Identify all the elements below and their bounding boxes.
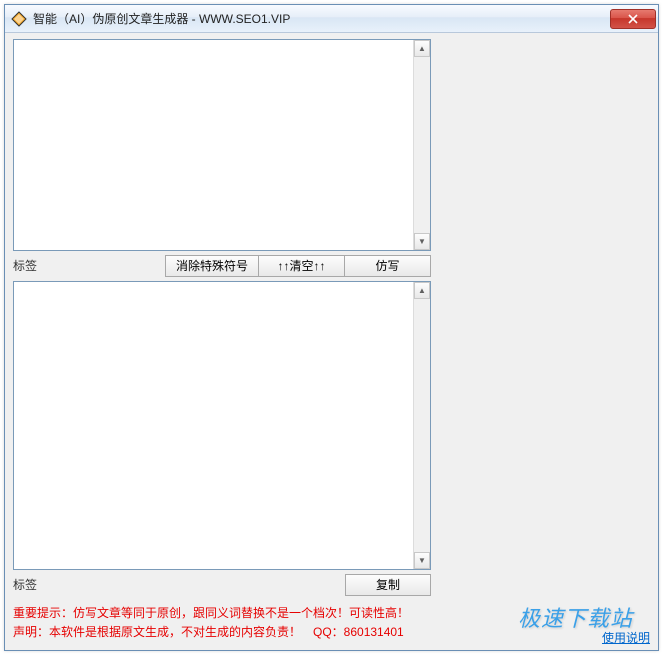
app-window: 智能（AI）伪原创文章生成器 - WWW.SEO1.VIP ▲ ▼ 标签 消除特… — [4, 4, 659, 651]
clear-button[interactable]: ↑↑清空↑↑ — [259, 255, 345, 277]
input-textarea[interactable] — [14, 40, 413, 250]
scroll-down-icon[interactable]: ▼ — [414, 552, 430, 569]
input-textarea-wrap: ▲ ▼ — [13, 39, 431, 251]
output-textarea-wrap: ▲ ▼ — [13, 281, 431, 570]
note-line-1: 重要提示：仿写文章等同于原创，跟同义词替换不是一个档次！可读性高！ — [13, 604, 431, 623]
note-line-2: 声明：本软件是根据原文生成，不对生成的内容负责！ QQ：860131401 — [13, 623, 431, 642]
scroll-down-icon[interactable]: ▼ — [414, 233, 430, 250]
right-pane — [441, 39, 650, 642]
remove-special-button[interactable]: 消除特殊符号 — [165, 255, 259, 277]
rewrite-button[interactable]: 仿写 — [345, 255, 431, 277]
titlebar[interactable]: 智能（AI）伪原创文章生成器 - WWW.SEO1.VIP — [5, 5, 658, 33]
client-area: ▲ ▼ 标签 消除特殊符号 ↑↑清空↑↑ 仿写 ▲ ▼ — [5, 33, 658, 650]
toolbar-bottom: 标签 复制 — [13, 574, 431, 596]
toolbar-top: 标签 消除特殊符号 ↑↑清空↑↑ 仿写 — [13, 255, 431, 277]
scroll-up-icon[interactable]: ▲ — [414, 40, 430, 57]
scroll-up-icon[interactable]: ▲ — [414, 282, 430, 299]
window-title: 智能（AI）伪原创文章生成器 - WWW.SEO1.VIP — [33, 10, 610, 27]
usage-link[interactable]: 使用说明 — [602, 629, 650, 646]
scrollbar[interactable]: ▲ ▼ — [413, 40, 430, 250]
scroll-track[interactable] — [414, 299, 430, 552]
tag-label-bottom: 标签 — [13, 576, 49, 593]
output-textarea[interactable] — [14, 282, 413, 569]
close-icon — [628, 14, 638, 24]
left-pane: ▲ ▼ 标签 消除特殊符号 ↑↑清空↑↑ 仿写 ▲ ▼ — [13, 39, 431, 642]
close-button[interactable] — [610, 9, 656, 29]
app-icon — [11, 11, 27, 27]
notes: 重要提示：仿写文章等同于原创，跟同义词替换不是一个档次！可读性高！ 声明：本软件… — [13, 604, 431, 642]
copy-button[interactable]: 复制 — [345, 574, 431, 596]
scrollbar[interactable]: ▲ ▼ — [413, 282, 430, 569]
tag-label-top: 标签 — [13, 257, 49, 274]
scroll-track[interactable] — [414, 57, 430, 233]
